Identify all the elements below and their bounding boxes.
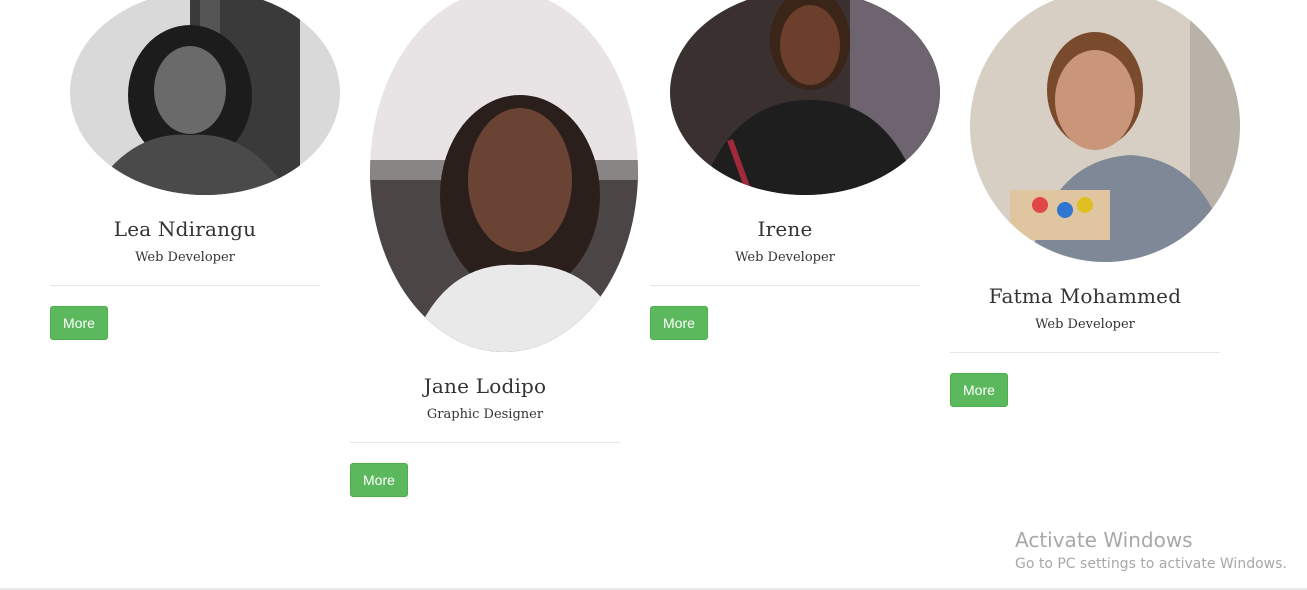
- more-button[interactable]: More: [50, 306, 108, 340]
- divider: [350, 442, 620, 443]
- watermark-title: Activate Windows: [1015, 528, 1193, 552]
- avatar-jane: [370, 0, 638, 352]
- watermark-subtitle: Go to PC settings to activate Windows.: [1015, 556, 1287, 572]
- member-role: Web Developer: [135, 250, 235, 265]
- member-name: Jane Lodipo: [423, 374, 547, 398]
- divider: [950, 352, 1220, 353]
- member-role: Graphic Designer: [426, 407, 544, 422]
- more-button[interactable]: More: [650, 306, 708, 340]
- activate-windows-watermark: Activate Windows Go to PC settings to ac…: [1015, 528, 1287, 572]
- more-button[interactable]: More: [950, 373, 1008, 407]
- team-card-lea: Lea Ndirangu Web Developer More: [50, 0, 340, 340]
- portrait-photo: [670, 0, 940, 195]
- divider: [50, 285, 320, 286]
- team-card-irene: Irene Web Developer More: [650, 0, 940, 340]
- avatar-fatma: [970, 0, 1240, 262]
- member-role: Web Developer: [1035, 317, 1135, 332]
- more-button[interactable]: More: [350, 463, 408, 497]
- avatar-lea: [70, 0, 340, 195]
- member-role: Web Developer: [735, 250, 835, 265]
- member-name: Lea Ndirangu: [113, 217, 257, 241]
- avatar-irene: [670, 0, 940, 195]
- team-card-fatma: Fatma Mohammed Web Developer More: [950, 0, 1240, 407]
- divider: [650, 285, 920, 286]
- team-card-jane: Jane Lodipo Graphic Designer More: [350, 0, 638, 497]
- portrait-photo: [70, 0, 340, 195]
- portrait-photo: [370, 0, 638, 352]
- member-name: Irene: [757, 217, 813, 241]
- portrait-photo: [970, 0, 1240, 262]
- member-name: Fatma Mohammed: [988, 284, 1182, 308]
